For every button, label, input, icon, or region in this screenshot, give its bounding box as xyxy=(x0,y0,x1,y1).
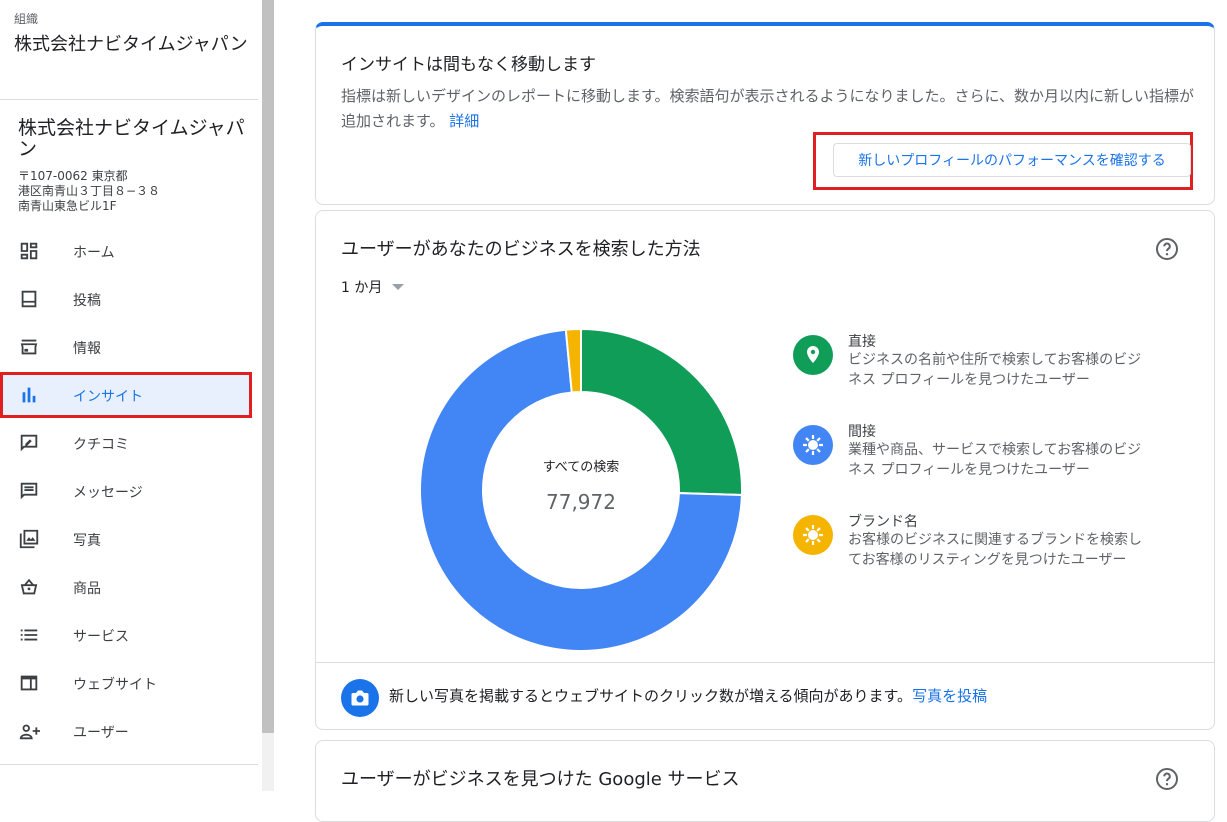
insights-moving-notice: インサイトは間もなく移動します 指標は新しいデザインのレポートに移動します。検索… xyxy=(315,22,1215,205)
donut-center-label: すべての検索 xyxy=(543,460,620,475)
sidebar-item-label: インサイト xyxy=(73,389,143,405)
card-title: ユーザーがビジネスを見つけた Google サービス xyxy=(341,769,740,790)
sidebar-divider xyxy=(0,764,258,765)
address-line-3: 南青山東急ビル1F xyxy=(18,199,117,213)
donut-total: 77,972 xyxy=(546,490,616,514)
help-icon[interactable] xyxy=(1155,237,1179,261)
date-range-dropdown[interactable]: 1 か月 xyxy=(341,277,405,297)
address-line-2: 港区南青山３丁目８−３８ xyxy=(18,184,161,198)
add-user-icon xyxy=(19,724,40,740)
reviews-icon xyxy=(20,434,38,452)
insights-bar-chart-icon xyxy=(22,387,36,403)
sidebar-item-label: ユーザー xyxy=(73,725,129,741)
search-method-card: ユーザーがあなたのビジネスを検索した方法 1 か月 すべての検索 77,972 … xyxy=(315,210,1215,730)
website-icon xyxy=(20,675,38,691)
photos-icon xyxy=(19,529,39,549)
legend-desc: ビジネスの名前や住所で検索してお客様のビジネス プロフィールを見つけたユーザー xyxy=(848,352,1142,388)
sidebar-item-label: メッセージ xyxy=(73,485,143,501)
sidebar-item-users[interactable]: ユーザー xyxy=(0,708,252,754)
sidebar-item-products[interactable]: 商品 xyxy=(0,564,252,610)
services-list-icon xyxy=(20,629,38,641)
sidebar: 組織 株式会社ナビタイムジャパン 株式会社ナビタイムジャパン 〒107-0062… xyxy=(0,0,262,791)
sidebar-item-photos[interactable]: 写真 xyxy=(0,516,252,562)
legend-desc: 業種や商品、サービスで検索してお客様のビジネス プロフィールを見つけたユーザー xyxy=(848,442,1142,478)
caret-down-icon xyxy=(392,284,405,290)
sidebar-scrollbar-thumb[interactable] xyxy=(262,0,274,733)
sidebar-divider xyxy=(0,99,258,100)
sidebar-item-label: ホーム xyxy=(73,245,115,261)
address-line-1: 〒107-0062 東京都 xyxy=(18,169,128,183)
details-link[interactable]: 詳細 xyxy=(449,112,479,130)
products-basket-icon xyxy=(20,578,38,595)
sidebar-item-label: ウェブサイト xyxy=(73,677,157,693)
legend-title: 直接 xyxy=(848,334,876,350)
discovery-icon xyxy=(793,425,833,465)
legend-title: 間接 xyxy=(848,424,876,440)
sidebar-item-label: クチコミ xyxy=(73,437,129,453)
posts-icon xyxy=(21,290,37,308)
photo-tip: 新しい写真を掲載するとウェブサイトのクリック数が増える傾向があります。写真を投稿 xyxy=(389,685,987,706)
card-title: ユーザーがあなたのビジネスを検索した方法 xyxy=(341,239,701,260)
messages-icon xyxy=(20,482,38,500)
sidebar-item-label: 投稿 xyxy=(73,293,101,309)
sidebar-item-services[interactable]: サービス xyxy=(0,612,252,658)
location-pin-icon xyxy=(793,335,833,375)
sidebar-item-home[interactable]: ホーム xyxy=(0,228,252,274)
business-name: 株式会社ナビタイムジャパン xyxy=(18,117,245,160)
search-donut-chart: すべての検索 77,972 xyxy=(420,329,742,651)
help-icon[interactable] xyxy=(1155,767,1179,791)
sidebar-item-label: サービス xyxy=(73,629,129,645)
legend-desc: お客様のビジネスに関連するブランドを検索してお客様のリスティングを見つけたユーザ… xyxy=(848,532,1142,568)
org-name[interactable]: 株式会社ナビタイムジャパン xyxy=(14,32,254,58)
sidebar-item-messages[interactable]: メッセージ xyxy=(0,468,252,514)
org-label: 組織 xyxy=(14,12,39,26)
sidebar-item-posts[interactable]: 投稿 xyxy=(0,276,252,322)
notice-title: インサイトは間もなく移動します xyxy=(341,55,596,75)
legend-title: ブランド名 xyxy=(848,514,918,530)
sidebar-item-info[interactable]: 情報 xyxy=(0,324,252,370)
sidebar-item-insights[interactable]: インサイト xyxy=(0,372,252,418)
brand-icon xyxy=(793,515,833,555)
sidebar-item-label: 写真 xyxy=(73,533,101,549)
date-range-label: 1 か月 xyxy=(341,280,383,296)
notice-body: 指標は新しいデザインのレポートに移動します。検索語句が表示されるようになりました… xyxy=(341,84,1201,134)
view-new-profile-performance-button[interactable]: 新しいプロフィールのパフォーマンスを確認する xyxy=(833,143,1191,177)
sidebar-item-label: 情報 xyxy=(73,341,101,357)
post-photo-link[interactable]: 写真を投稿 xyxy=(912,687,987,705)
highlight-frame: 新しいプロフィールのパフォーマンスを確認する xyxy=(813,132,1193,190)
sidebar-item-reviews[interactable]: クチコミ xyxy=(0,420,252,466)
sidebar-item-label: 商品 xyxy=(73,581,101,597)
storefront-icon xyxy=(20,339,38,355)
sidebar-scrollbar-track[interactable] xyxy=(262,733,274,791)
photo-tip-text: 新しい写真を掲載するとウェブサイトのクリック数が増える傾向があります。 xyxy=(389,687,913,705)
camera-icon xyxy=(341,679,379,717)
card-divider xyxy=(316,662,1214,663)
google-services-card: ユーザーがビジネスを見つけた Google サービス xyxy=(315,740,1215,822)
sidebar-item-website[interactable]: ウェブサイト xyxy=(0,660,252,706)
dashboard-icon xyxy=(20,242,38,260)
